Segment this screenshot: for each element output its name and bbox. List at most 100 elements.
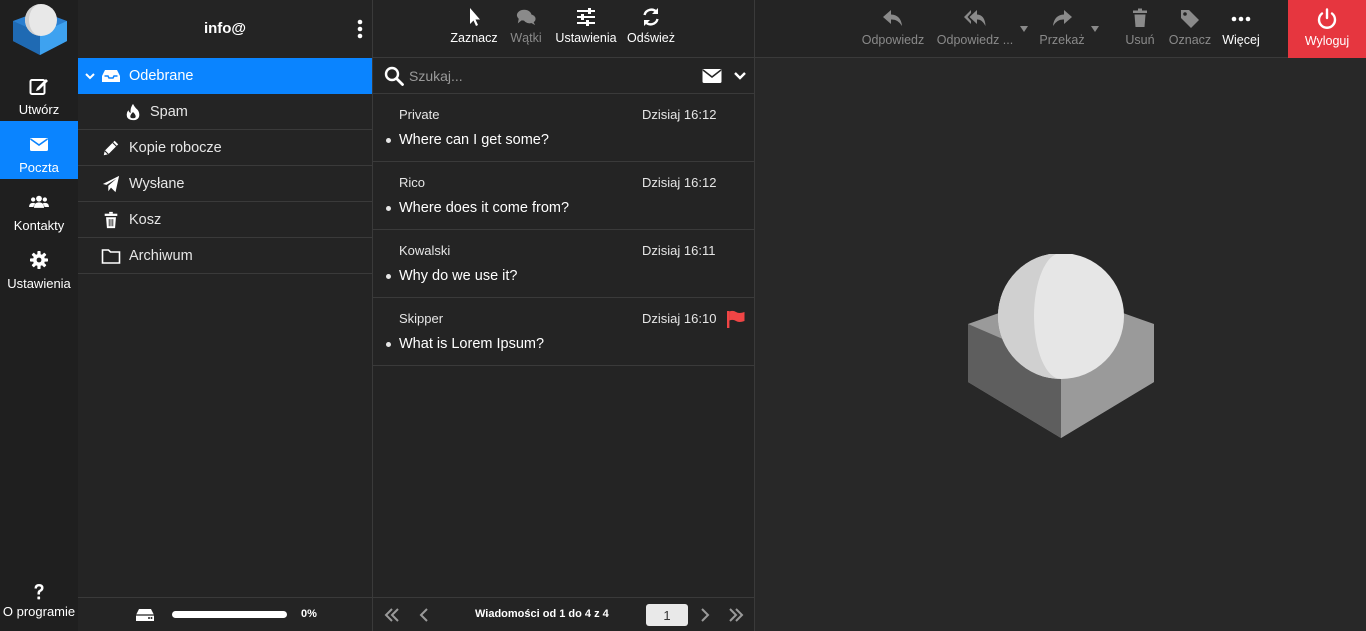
question-icon [0, 582, 78, 604]
nav-settings[interactable]: Ustawienia [0, 237, 78, 295]
folder-spam[interactable]: Spam [78, 94, 372, 130]
select-label: Zaznacz [450, 31, 498, 45]
nav-about-label: O programie [2, 604, 76, 619]
nav-compose[interactable]: Utwórz [0, 63, 78, 121]
roundcube-logo[interactable] [13, 3, 67, 55]
message-date: Dzisiaj 16:12 [642, 107, 717, 122]
message-date: Dzisiaj 16:10 [642, 311, 717, 326]
folder-sent[interactable]: Wysłane [78, 166, 372, 202]
select-button[interactable]: Zaznacz [449, 7, 499, 45]
hard-drive-icon [136, 609, 154, 621]
refresh-button[interactable]: Odśwież [625, 7, 677, 45]
delete-label: Usuń [1125, 33, 1155, 47]
delete-button[interactable]: Usuń [1121, 8, 1159, 47]
folder-archive[interactable]: Archiwum [78, 238, 372, 274]
folder-trash[interactable]: Kosz [78, 202, 372, 238]
folder-panel-header: info@ [78, 0, 372, 58]
message-subject: Where can I get some? [399, 132, 549, 148]
main-navigation: Utwórz Poczta Kontakty Ustawienia O prog… [0, 0, 78, 631]
forward-icon [1039, 8, 1085, 33]
more-button[interactable]: Więcej [1221, 8, 1261, 47]
message-from: Private [399, 107, 440, 122]
next-page-icon[interactable] [696, 607, 714, 623]
list-settings-button[interactable]: Ustawienia [553, 7, 619, 45]
reply-all-icon [935, 8, 1015, 33]
folder-label: Wysłane [129, 176, 185, 192]
refresh-icon [625, 7, 677, 31]
unread-dot [386, 342, 391, 347]
mark-button[interactable]: Oznacz [1167, 8, 1213, 47]
inbox-icon [102, 70, 120, 82]
message-date: Dzisiaj 16:11 [642, 243, 716, 258]
message-row[interactable]: Rico Dzisiaj 16:12 Where does it come fr… [373, 162, 754, 230]
search-icon[interactable] [384, 66, 404, 86]
dropdown-caret-icon[interactable] [1091, 26, 1099, 32]
reply-all-label: Odpowiedz ... [936, 33, 1014, 47]
unread-dot [386, 274, 391, 279]
message-subject: What is Lorem Ipsum? [399, 336, 545, 352]
threads-label: Wątki [510, 31, 542, 45]
message-toolbar: Odpowiedz Odpowiedz ... Przekaż Usuń Ozn… [755, 0, 1366, 58]
folder-label: Kosz [129, 212, 162, 228]
list-settings-label: Ustawienia [555, 31, 617, 45]
reply-icon [861, 8, 925, 33]
last-page-icon[interactable] [727, 607, 745, 623]
logout-button[interactable]: Wyloguj [1288, 0, 1366, 58]
quota-text: 0% [301, 608, 317, 620]
chevron-down-icon[interactable] [84, 70, 96, 82]
message-from: Kowalski [399, 243, 451, 258]
message-subject: Where does it come from? [399, 200, 570, 216]
folder-label: Kopie robocze [129, 140, 222, 156]
folder-label: Spam [150, 104, 188, 120]
search-input[interactable] [409, 65, 649, 87]
power-icon [1288, 8, 1366, 34]
message-row[interactable]: Skipper Dzisiaj 16:10 What is Lorem Ipsu… [373, 298, 754, 366]
more-label: Więcej [1222, 33, 1260, 47]
list-toolbar: Zaznacz Wątki Ustawienia Odśwież [373, 0, 754, 58]
nav-contacts[interactable]: Kontakty [0, 179, 78, 237]
nav-settings-label: Ustawienia [7, 276, 71, 291]
threads-button[interactable]: Wątki [505, 7, 547, 45]
reply-button[interactable]: Odpowiedz [861, 8, 925, 47]
message-list-panel: Zaznacz Wątki Ustawienia Odśwież Private… [373, 0, 755, 631]
nav-contacts-label: Kontakty [13, 218, 65, 233]
logout-label: Wyloguj [1304, 34, 1350, 48]
mark-label: Oznacz [1168, 33, 1212, 47]
nav-compose-label: Utwórz [18, 102, 60, 117]
envelope-icon [0, 134, 78, 156]
message-row[interactable]: Kowalski Dzisiaj 16:11 Why do we use it? [373, 230, 754, 298]
flag-icon[interactable] [726, 310, 746, 328]
fire-icon [126, 103, 140, 121]
chevron-down-icon[interactable] [733, 70, 747, 82]
quota-bar: 0% [78, 597, 372, 631]
paper-plane-icon [102, 175, 120, 193]
first-page-icon[interactable] [383, 607, 401, 623]
folder-inbox[interactable]: Odebrane [78, 58, 372, 94]
message-count: Wiadomości od 1 do 4 z 4 [475, 608, 609, 620]
page-number-input[interactable] [646, 604, 688, 626]
comments-icon [505, 7, 547, 31]
folder-drafts[interactable]: Kopie robocze [78, 130, 372, 166]
previous-page-icon[interactable] [415, 607, 433, 623]
sliders-icon [553, 7, 619, 31]
folder-panel: info@ Odebrane Spam Kopie robocze Wysłan… [78, 0, 373, 631]
envelope-icon[interactable] [702, 68, 722, 84]
contacts-icon [0, 192, 78, 214]
message-row[interactable]: Private Dzisiaj 16:12 Where can I get so… [373, 94, 754, 162]
nav-about[interactable]: O programie [0, 573, 78, 631]
nav-mail[interactable]: Poczta [0, 121, 78, 179]
message-subject: Why do we use it? [399, 268, 518, 284]
gear-icon [0, 250, 78, 272]
quota-progress [172, 611, 287, 618]
forward-button[interactable]: Przekaż [1039, 8, 1085, 47]
dropdown-caret-icon[interactable] [1020, 26, 1028, 32]
vertical-dots-icon[interactable] [356, 18, 364, 40]
unread-dot [386, 206, 391, 211]
reply-all-button[interactable]: Odpowiedz ... [935, 8, 1015, 47]
cursor-icon [449, 7, 499, 31]
unread-dot [386, 138, 391, 143]
compose-icon [0, 76, 78, 98]
reply-label: Odpowiedz [861, 33, 925, 47]
message-list: Private Dzisiaj 16:12 Where can I get so… [373, 94, 754, 366]
roundcube-watermark-logo [968, 254, 1154, 438]
